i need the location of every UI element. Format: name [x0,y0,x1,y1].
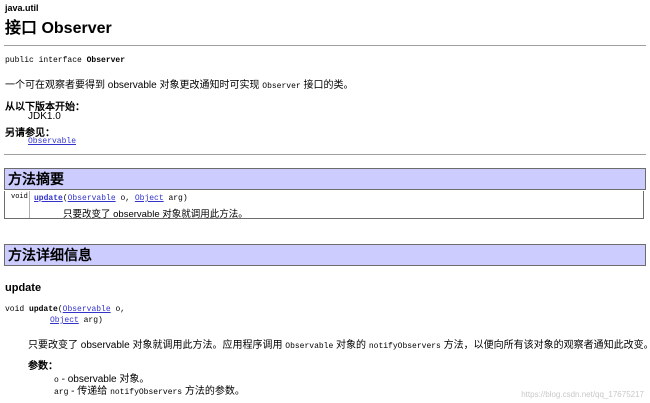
watermark: https://blog.csdn.net/qq_17675217 [521,390,644,399]
see-also-observable-link[interactable]: Observable [28,137,76,146]
interface-description: 一个可在观察者要得到 observable 对象更改通知时可实现 Observe… [5,80,354,91]
divider [4,45,646,46]
summary-return-type: void [5,191,30,218]
summary-signature: update(Observable o, Object arg) [34,194,188,203]
method-summary-header: 方法摘要 [4,168,646,190]
method-description: 只要改变了 observable 对象就调用此方法。应用程序调用 Observa… [28,340,650,351]
detail-observable-link[interactable]: Observable [63,305,111,314]
summary-object-link[interactable]: Object [135,194,164,203]
method-signature: void update(Observable o, [5,305,126,314]
method-name: update [5,282,42,294]
summary-observable-link[interactable]: Observable [68,194,116,203]
summary-description: 只要改变了 observable 对象就调用此方法。 [63,209,248,220]
method-signature-cont: Object arg) [50,316,103,325]
divider [4,154,646,155]
detail-object-link[interactable]: Object [50,316,79,325]
method-detail-header: 方法详细信息 [4,244,646,266]
method-summary-table: void update(Observable o, Object arg) 只要… [4,191,644,220]
interface-declaration: public interface Observer [5,56,126,65]
page-title: 接口 Observer [5,20,112,37]
since-value: JDK1.0 [28,111,61,122]
package-name: java.util [5,3,39,13]
param-arg: arg - 传递给 notifyObservers 方法的参数。 [54,386,245,397]
summary-update-link[interactable]: update [34,194,63,203]
